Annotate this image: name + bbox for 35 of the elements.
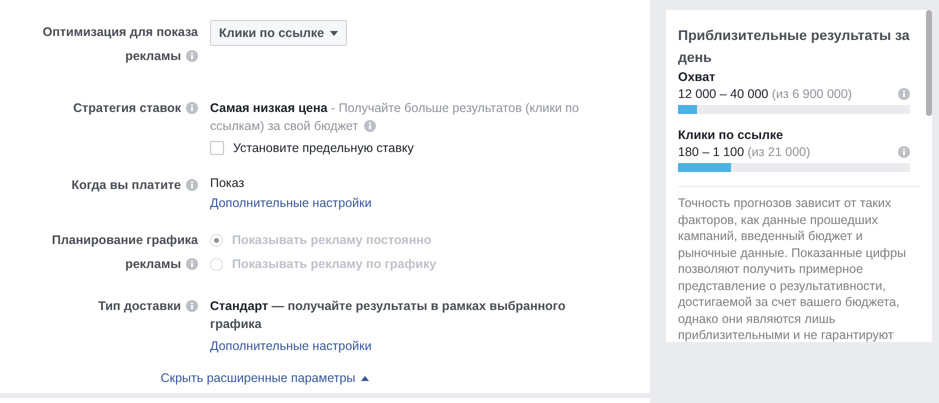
radio-label: Показывать рекламу постоянно: [232, 233, 432, 247]
setting-description: Стандарт — получайте результаты в рамках выбранного графика: [210, 298, 566, 333]
checkbox[interactable]: [210, 141, 224, 155]
info-icon[interactable]: [186, 102, 198, 114]
setting-value: Показ: [210, 176, 246, 190]
field-label: Стратегия ставок: [73, 101, 181, 115]
collapse-link[interactable]: Скрыть расширенные параметры: [160, 371, 370, 385]
field-label: Тип доставки: [98, 299, 181, 313]
caret-icon: [330, 30, 338, 36]
info-icon[interactable]: [186, 258, 198, 270]
metric-value: 12 000 – 40 000 (из 6 900 000): [678, 87, 852, 101]
info-icon[interactable]: [186, 179, 198, 191]
scrollbar[interactable]: [926, 10, 932, 116]
setting-description: Самая низкая цена - Получайте больше результатов (клики по ссылкам) за свой бюджет: [210, 100, 580, 135]
metric-value: 180 – 1 100 (из 21 000): [678, 145, 810, 159]
checkbox-label: Установите предельную ставку: [233, 141, 414, 155]
metric-name: Охват: [678, 70, 716, 84]
info-icon[interactable]: [898, 88, 910, 100]
caret-icon: [361, 376, 370, 380]
field-label: Планирование графика: [52, 233, 198, 247]
disclaimer-text: Точность прогнозов зависит от таких факторов, как данные прошедших кампаний, введенный бюджет и рыночные данные. Показанные цифры позволяют получить примерное представление о результативности, достигаемой за счет вашего бюджета, однако они являются лишь приблизительными и не гарантируют: [678, 186, 920, 342]
field-label: рекламы: [125, 49, 181, 63]
field-label: Когда вы платите: [71, 178, 181, 192]
info-icon[interactable]: [364, 120, 376, 132]
settings-link[interactable]: Дополнительные настройки: [210, 196, 610, 210]
metric-name: Клики по ссылке: [678, 128, 784, 142]
settings-link[interactable]: Дополнительные настройки: [210, 339, 610, 353]
info-icon[interactable]: [186, 300, 198, 312]
field-label: Оптимизация для показа: [42, 25, 198, 39]
info-icon[interactable]: [186, 50, 198, 62]
radio-label: Показывать рекламу по графику: [232, 257, 436, 271]
dropdown-button[interactable]: Клики по ссылке: [210, 20, 348, 46]
info-icon[interactable]: [898, 146, 910, 158]
card-title: Приблизительные результаты за день: [678, 26, 911, 67]
field-label: рекламы: [125, 257, 181, 271]
